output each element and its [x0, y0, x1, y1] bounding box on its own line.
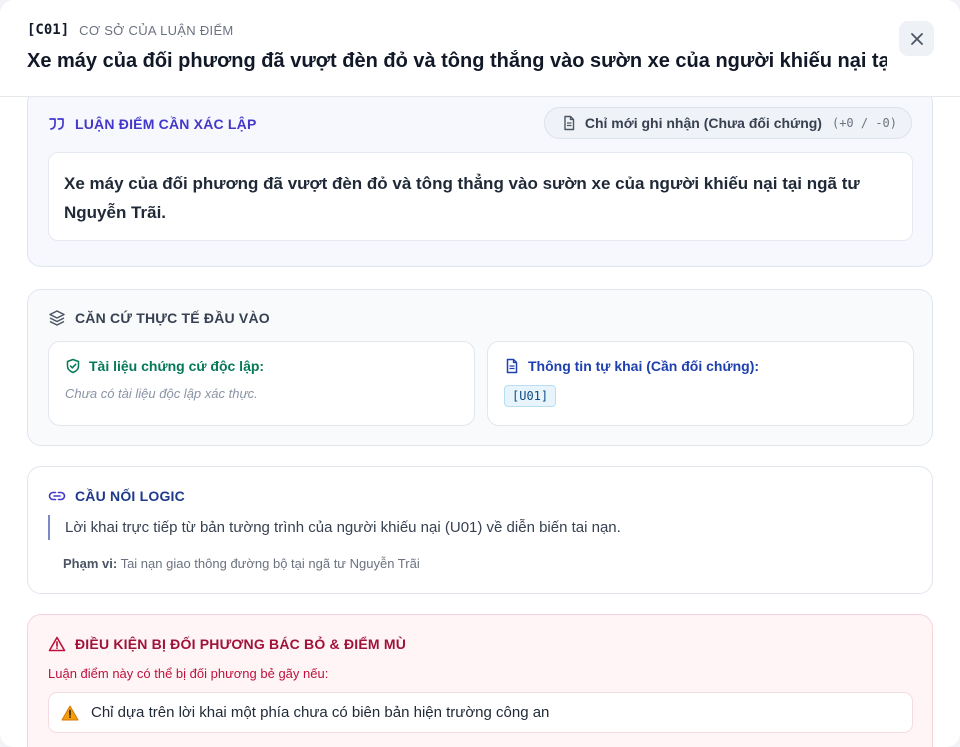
header-eyebrow: CƠ SỞ CỦA LUẬN ĐIỂM: [79, 22, 234, 38]
document-icon: [564, 115, 575, 131]
close-button[interactable]: [899, 21, 934, 56]
file-text-icon: [506, 358, 518, 374]
self-declared-panel: Thông tin tự khai (Cần đối chứng): [U01]: [487, 341, 914, 426]
facts-heading: CĂN CỨ THỰC TẾ ĐẦU VÀO: [48, 309, 270, 327]
self-declared-label: Thông tin tự khai (Cần đối chứng):: [528, 358, 760, 374]
claim-heading-text: LUẬN ĐIỂM CẦN XÁC LẬP: [75, 116, 257, 132]
scope-value: Tai nạn giao thông đường bộ tại ngã tư N…: [120, 556, 420, 571]
claim-heading: LUẬN ĐIỂM CẦN XÁC LẬP: [48, 115, 257, 133]
facts-heading-text: CĂN CỨ THỰC TẾ ĐẦU VÀO: [75, 310, 270, 326]
claim-text: Xe máy của đối phương đã vượt đèn đỏ và …: [48, 152, 913, 241]
risk-heading: ĐIỀU KIỆN BỊ ĐỐI PHƯƠNG BÁC BỎ & ĐIỂM MÙ: [48, 635, 406, 653]
modal-header: [C01] CƠ SỞ CỦA LUẬN ĐIỂM Xe máy của đối…: [0, 0, 960, 97]
logic-heading: CẦU NỐI LOGIC: [48, 487, 185, 505]
status-delta: (+0 / -0): [831, 116, 897, 130]
quote-icon: [49, 118, 64, 130]
modal-body[interactable]: LUẬN ĐIỂM CẦN XÁC LẬP Chỉ mới ghi nhận (…: [0, 89, 960, 747]
logic-card: CẦU NỐI LOGIC Lời khai trực tiếp từ bản …: [27, 466, 933, 594]
independent-evidence-heading: Tài liệu chứng cứ độc lập:: [65, 358, 264, 374]
link-icon: [48, 491, 66, 501]
facts-card: CĂN CỨ THỰC TẾ ĐẦU VÀO Tài liệu chứng cứ…: [27, 289, 933, 446]
independent-evidence-empty: Chưa có tài liệu độc lập xác thực.: [65, 386, 258, 401]
status-badge: Chỉ mới ghi nhận (Chưa đối chứng) (+0 / …: [543, 107, 912, 139]
warning-icon: [48, 636, 66, 652]
status-text: Chỉ mới ghi nhận (Chưa đối chứng): [584, 115, 822, 131]
self-declared-heading: Thông tin tự khai (Cần đối chứng):: [504, 358, 759, 374]
claim-card: LUẬN ĐIỂM CẦN XÁC LẬP Chỉ mới ghi nhận (…: [27, 89, 933, 267]
risk-heading-text: ĐIỀU KIỆN BỊ ĐỐI PHƯƠNG BÁC BỎ & ĐIỂM MÙ: [75, 636, 407, 652]
independent-evidence-panel: Tài liệu chứng cứ độc lập: Chưa có tài l…: [48, 341, 475, 426]
logic-text: Lời khai trực tiếp từ bản tường trình củ…: [48, 515, 621, 540]
shield-check-icon: [66, 358, 80, 374]
independent-evidence-label: Tài liệu chứng cứ độc lập:: [89, 358, 265, 374]
logic-heading-text: CẦU NỐI LOGIC: [75, 488, 185, 504]
claim-detail-modal: [C01] CƠ SỞ CỦA LUẬN ĐIỂM Xe máy của đối…: [0, 0, 960, 747]
list-item: Chỉ dựa trên lời khai một phía chưa có b…: [48, 692, 913, 733]
scope-line: Phạm vi: Tai nạn giao thông đường bộ tại…: [63, 556, 420, 571]
page-title: Xe máy của đối phương đã vượt đèn đỏ và …: [27, 50, 887, 72]
risk-intro: Luận điểm này có thể bị đối phương bẻ gã…: [48, 666, 329, 681]
warning-sign-icon: [61, 705, 79, 720]
layers-icon: [49, 310, 65, 326]
header-meta: [C01] CƠ SỞ CỦA LUẬN ĐIỂM: [27, 22, 234, 38]
risk-item-text: Chỉ dựa trên lời khai một phía chưa có b…: [91, 704, 550, 721]
close-icon: [910, 32, 923, 45]
scope-label: Phạm vi:: [63, 556, 118, 571]
risk-card: ĐIỀU KIỆN BỊ ĐỐI PHƯƠNG BÁC BỎ & ĐIỂM MÙ…: [27, 614, 933, 747]
source-tag-u01[interactable]: [U01]: [504, 385, 557, 407]
claim-code: [C01]: [27, 22, 70, 38]
